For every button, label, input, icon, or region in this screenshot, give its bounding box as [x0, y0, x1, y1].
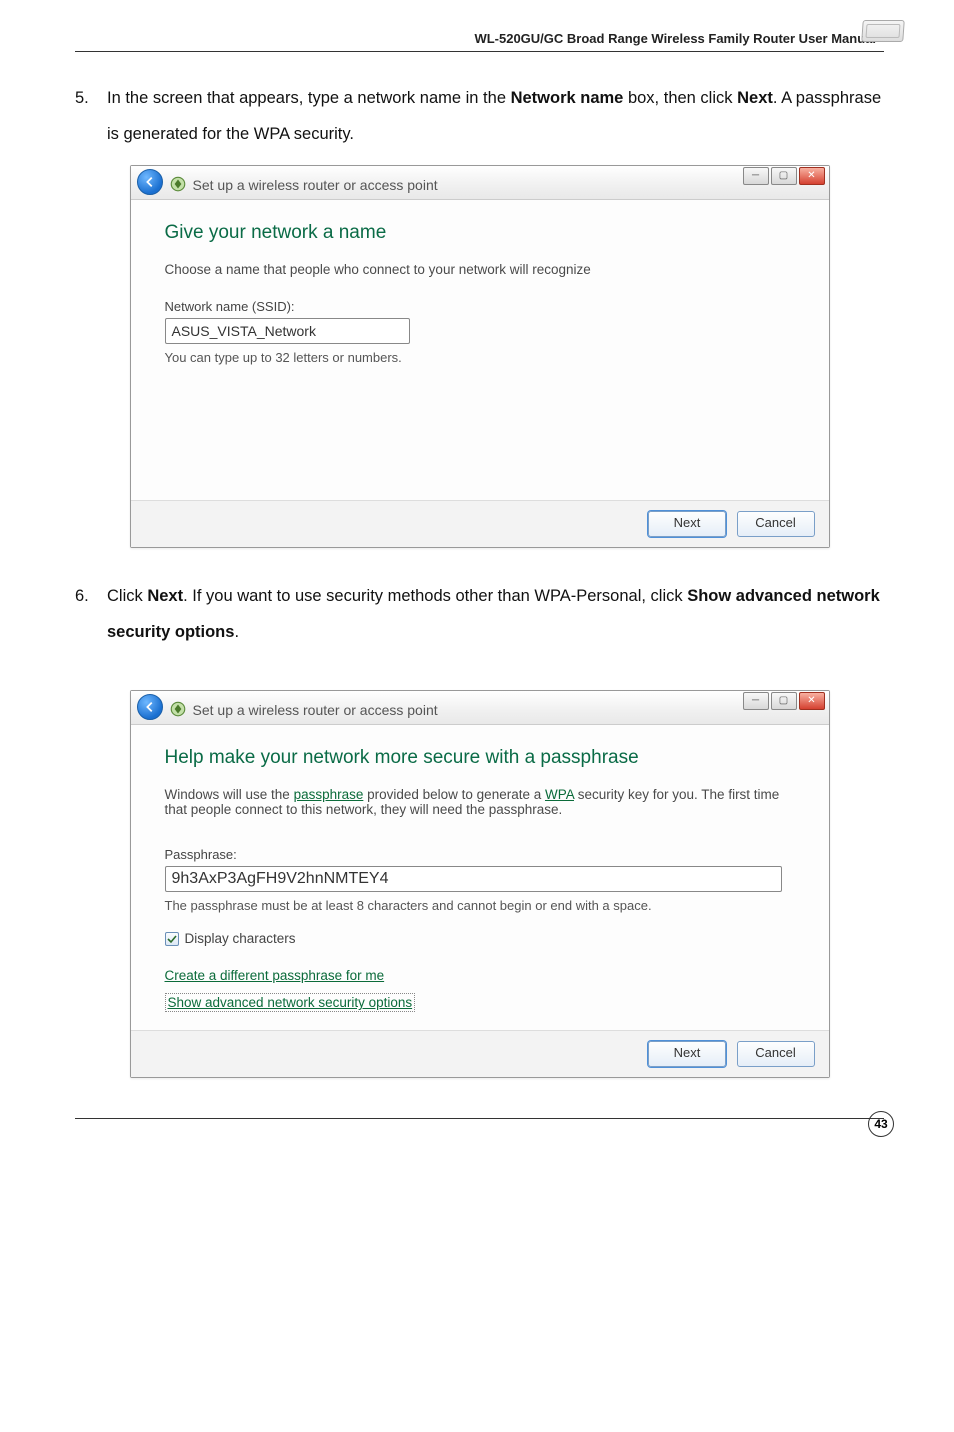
manual-title: WL-520GU/GC Broad Range Wireless Family …	[474, 31, 876, 46]
passphrase-link[interactable]: passphrase	[294, 787, 364, 802]
wizard-icon	[169, 175, 187, 193]
dialog-footer: Next Cancel	[131, 1030, 829, 1077]
dialog-passphrase: Set up a wireless router or access point…	[130, 690, 830, 1078]
wpa-link[interactable]: WPA	[545, 787, 574, 802]
dialog-title: Set up a wireless router or access point	[193, 702, 438, 722]
bold: Next	[147, 587, 183, 605]
back-button[interactable]	[137, 694, 163, 720]
wizard-icon	[169, 700, 187, 718]
dialog-title: Set up a wireless router or access point	[193, 177, 438, 197]
text: provided below to generate a	[363, 787, 545, 802]
arrow-left-icon	[143, 700, 157, 714]
maximize-button[interactable]: ▢	[771, 167, 797, 185]
step-text: In the screen that appears, type a netwo…	[107, 80, 884, 153]
checkbox-label: Display characters	[185, 931, 296, 946]
bold: Next	[737, 89, 773, 107]
passphrase-label: Passphrase:	[165, 847, 795, 862]
text: Windows will use the	[165, 787, 294, 802]
close-button[interactable]: ✕	[799, 167, 825, 185]
text: .	[234, 623, 239, 641]
next-button[interactable]: Next	[648, 1041, 726, 1067]
text: In the screen that appears, type a netwo…	[107, 89, 511, 107]
page-number: 43	[868, 1111, 894, 1137]
dialog-description: Choose a name that people who connect to…	[165, 262, 795, 277]
close-button[interactable]: ✕	[799, 692, 825, 710]
cancel-button[interactable]: Cancel	[737, 1041, 815, 1067]
step-5: 5. In the screen that appears, type a ne…	[75, 80, 884, 153]
text: box, then click	[623, 89, 737, 107]
show-advanced-options-link[interactable]: Show advanced network security options	[165, 993, 416, 1012]
checkbox-icon	[165, 932, 179, 946]
arrow-left-icon	[143, 175, 157, 189]
text: . If you want to use security methods ot…	[183, 587, 687, 605]
dialog-footer: Next Cancel	[131, 500, 829, 547]
passphrase-input[interactable]: 9h3AxP3AgFH9V2hnNMTEY4	[165, 866, 782, 892]
passphrase-hint: The passphrase must be at least 8 charac…	[165, 898, 795, 913]
step-number: 6.	[75, 578, 107, 651]
network-name-input[interactable]: ASUS_VISTA_Network	[165, 318, 410, 344]
step-text: Click Next. If you want to use security …	[107, 578, 884, 651]
page-header: WL-520GU/GC Broad Range Wireless Family …	[75, 30, 884, 52]
dialog-titlebar: Set up a wireless router or access point…	[131, 691, 829, 725]
minimize-button[interactable]: ─	[743, 167, 769, 185]
dialog-heading: Help make your network more secure with …	[165, 747, 795, 769]
next-button[interactable]: Next	[648, 511, 726, 537]
maximize-button[interactable]: ▢	[771, 692, 797, 710]
field-hint: You can type up to 32 letters or numbers…	[165, 350, 795, 365]
minimize-button[interactable]: ─	[743, 692, 769, 710]
step-number: 5.	[75, 80, 107, 153]
create-different-passphrase-link[interactable]: Create a different passphrase for me	[165, 968, 795, 983]
back-button[interactable]	[137, 169, 163, 195]
cancel-button[interactable]: Cancel	[737, 511, 815, 537]
text: Click	[107, 587, 147, 605]
dialog-give-network-name: Set up a wireless router or access point…	[130, 165, 830, 548]
dialog-heading: Give your network a name	[165, 222, 795, 244]
bold: Network name	[511, 89, 624, 107]
field-label: Network name (SSID):	[165, 299, 795, 314]
footer-rule	[75, 1118, 884, 1119]
step-6: 6. Click Next. If you want to use securi…	[75, 578, 884, 651]
dialog-description: Windows will use the passphrase provided…	[165, 787, 795, 817]
display-characters-checkbox[interactable]: Display characters	[165, 931, 795, 946]
header-decoration	[861, 20, 905, 42]
dialog-titlebar: Set up a wireless router or access point…	[131, 166, 829, 200]
